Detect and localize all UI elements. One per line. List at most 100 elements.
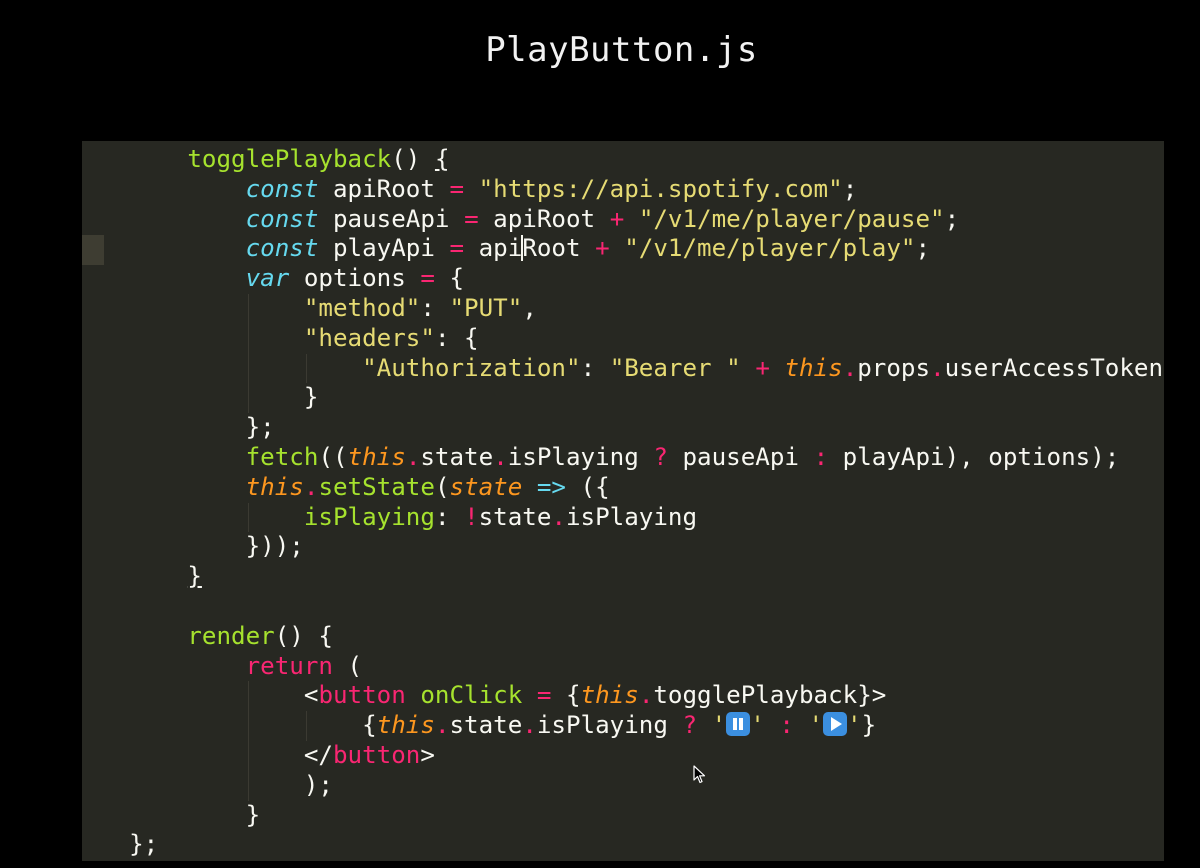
code-token: } — [100, 383, 319, 412]
indent-guide — [247, 323, 249, 354]
code-line[interactable]: const pauseApi = apiRoot + "/v1/me/playe… — [82, 205, 1163, 235]
code-token: () — [391, 145, 435, 173]
code-token: this — [376, 711, 435, 740]
code-token: }; — [100, 830, 159, 859]
code-token: togglePlayback}> — [653, 681, 887, 710]
code-token: const — [245, 174, 319, 203]
code-token: ; — [915, 234, 931, 263]
code-token: . — [522, 711, 537, 740]
code-line[interactable]: togglePlayback() { — [82, 145, 1163, 175]
code-token: const — [245, 234, 319, 263]
code-token: : — [779, 711, 794, 740]
code-token: ' — [808, 711, 823, 740]
code-token: > — [420, 740, 435, 769]
code-line[interactable]: const playApi = apiRoot + "/v1/me/player… — [82, 234, 1163, 264]
code-token: : — [434, 502, 465, 531]
code-token: state — [449, 472, 523, 501]
code-token: isPlaying — [303, 502, 435, 531]
code-token: const — [245, 204, 319, 233]
code-token: this — [580, 681, 639, 710]
code-line[interactable]: } — [82, 383, 1163, 414]
code-token: ; — [944, 204, 960, 233]
code-line[interactable]: ); — [82, 770, 1163, 801]
code-token: api — [464, 234, 523, 263]
code-token: isPlaying — [566, 502, 698, 531]
code-line[interactable]: } — [82, 801, 1163, 831]
code-line[interactable]: this.setState(state => ({ — [82, 473, 1163, 503]
code-token: < — [100, 681, 319, 710]
code-token: } — [100, 800, 261, 829]
code-line[interactable]: const apiRoot = "https://api.spotify.com… — [82, 175, 1163, 205]
code-token: : — [813, 442, 829, 471]
code-token: : — [420, 293, 450, 322]
code-token: ); — [100, 770, 333, 799]
code-token: . — [551, 502, 566, 531]
code-token: togglePlayback — [187, 145, 392, 173]
code-token: "headers" — [303, 323, 435, 352]
code-token: this — [347, 442, 406, 471]
code-line[interactable]: isPlaying: !state.isPlaying — [82, 502, 1163, 533]
code-line[interactable]: var options = { — [82, 264, 1163, 294]
code-line[interactable]: }; — [82, 830, 1163, 860]
code-token: onClick — [420, 681, 523, 710]
code-line[interactable]: {this.state.isPlaying ? ' ' : ' '} — [82, 711, 1163, 741]
code-content[interactable]: togglePlayback() { const apiRoot = "http… — [82, 145, 1163, 860]
code-token: . — [493, 442, 508, 471]
code-token: })); — [100, 532, 304, 561]
presentation-slide: PlayButton.js togglePlayback() { const a… — [0, 0, 1200, 868]
code-token: button — [318, 681, 406, 710]
code-token: ( — [333, 651, 363, 680]
code-token: button — [333, 740, 421, 769]
code-token: userAccessToken — [944, 353, 1164, 382]
code-line[interactable]: render() { — [82, 622, 1163, 652]
code-token: setState — [318, 472, 435, 501]
code-line[interactable]: "Authorization": "Bearer " + this.props.… — [82, 353, 1164, 384]
code-token: props — [857, 353, 931, 382]
code-line[interactable] — [82, 592, 1163, 622]
code-line[interactable]: return ( — [82, 652, 1163, 682]
code-token: . — [405, 442, 421, 471]
code-token: fetch — [245, 442, 319, 471]
code-editor[interactable]: togglePlayback() { const apiRoot = "http… — [82, 141, 1164, 861]
code-token: state — [449, 711, 523, 740]
code-token: = — [420, 264, 435, 293]
code-token: "Bearer " — [609, 353, 741, 382]
code-token: "method" — [303, 293, 421, 322]
indent-guide — [305, 711, 307, 741]
code-line[interactable]: }; — [82, 413, 1163, 443]
code-line[interactable]: "method": "PUT", — [82, 293, 1163, 324]
code-token: isPlaying — [507, 442, 654, 471]
code-token: = — [449, 234, 465, 263]
code-line[interactable]: } — [82, 562, 1163, 592]
code-line[interactable]: </button> — [82, 740, 1163, 771]
code-token: = — [449, 174, 465, 203]
code-token: ! — [464, 502, 479, 531]
code-token: isPlaying — [536, 711, 683, 740]
code-token: apiRoot — [478, 204, 610, 233]
code-line[interactable]: "headers": { — [82, 323, 1163, 354]
code-token: Root — [522, 234, 596, 263]
code-line[interactable]: <button onClick = {this.togglePlayback}> — [82, 681, 1163, 712]
code-token: "https://api.spotify.com" — [478, 174, 843, 203]
code-line[interactable]: fetch((this.state.isPlaying ? pauseApi :… — [82, 443, 1163, 473]
code-token: ? — [653, 442, 668, 471]
code-line[interactable]: })); — [82, 532, 1163, 562]
code-token: + — [755, 353, 770, 382]
code-token: var — [245, 264, 290, 293]
code-token: (( — [318, 442, 348, 471]
indent-guide — [247, 293, 249, 324]
code-token: apiRoot — [318, 174, 450, 203]
code-token: { — [434, 264, 465, 293]
indent-guide — [247, 681, 249, 712]
code-token: : — [580, 353, 610, 382]
